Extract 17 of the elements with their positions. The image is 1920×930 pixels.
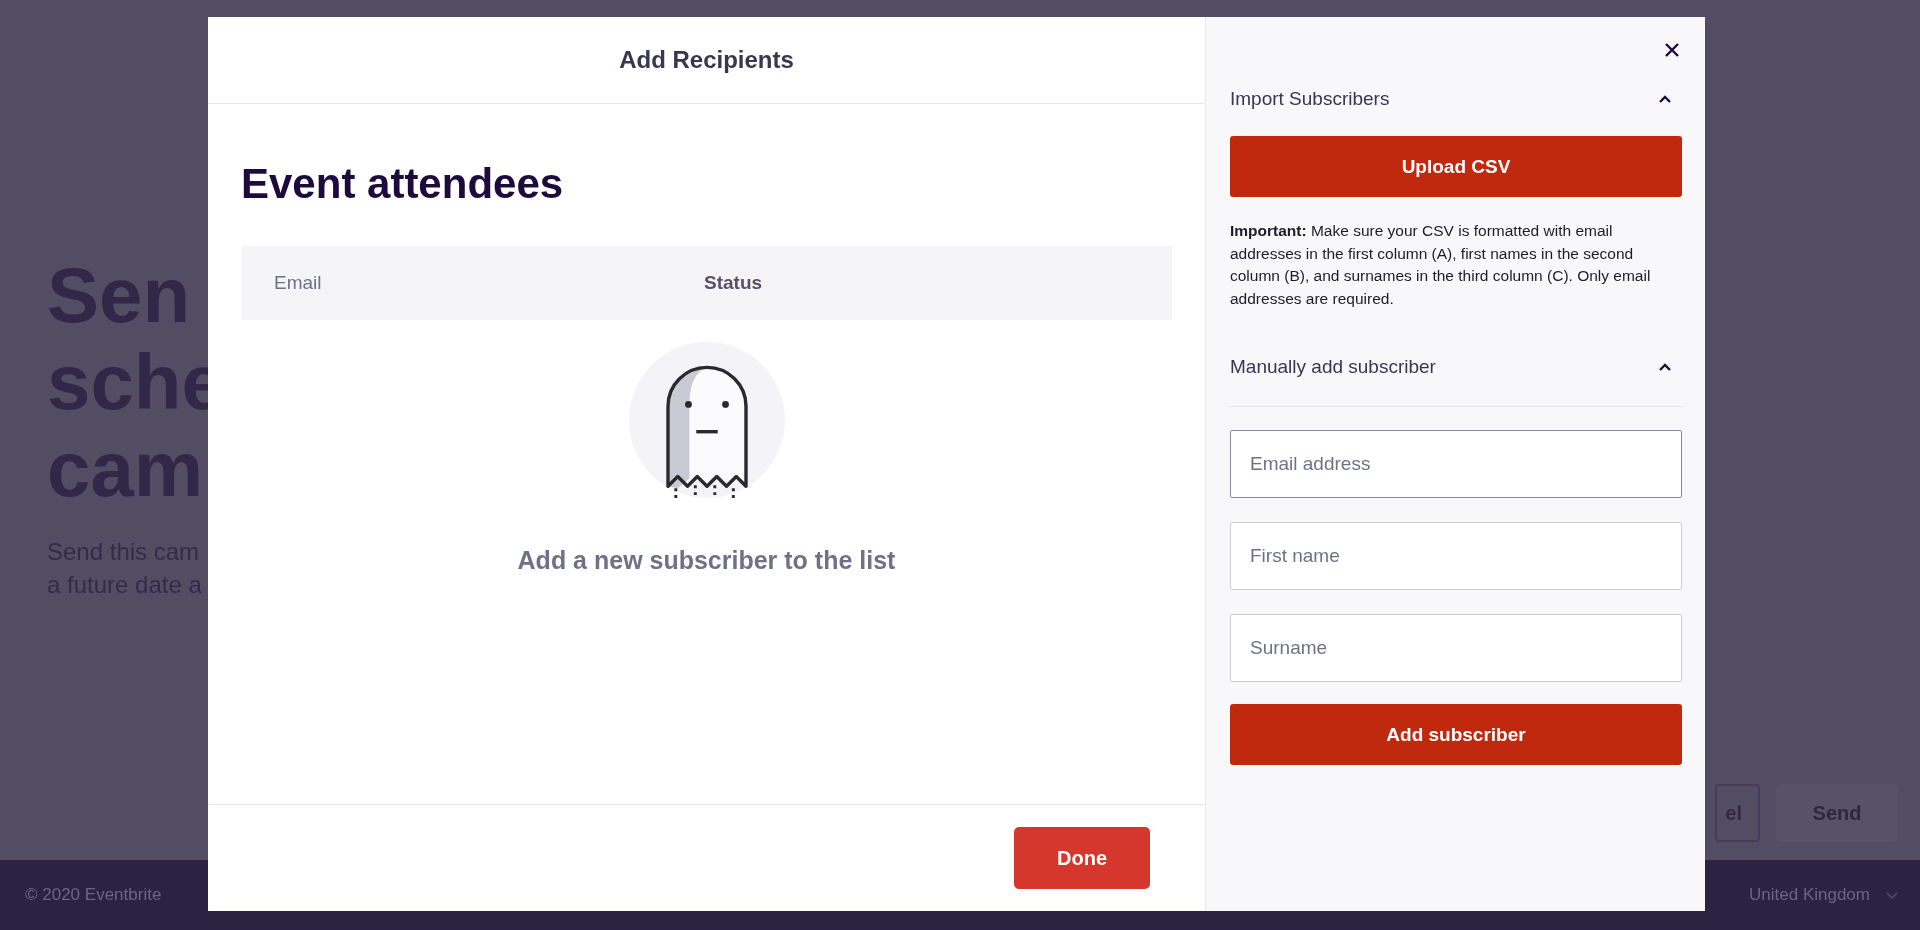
input-field[interactable]: Email address <box>1230 430 1682 498</box>
section-title: Event attendees <box>241 160 565 208</box>
column-header: Status <box>704 272 763 294</box>
dialog-title: Add Recipients <box>619 46 794 74</box>
section-header[interactable]: Import Subscribers <box>1230 83 1682 115</box>
done-button[interactable]: Done <box>1014 827 1150 889</box>
upload-button[interactable]: Upload CSV <box>1230 136 1682 197</box>
add-subscriber-button[interactable]: Add subscriber <box>1230 704 1682 765</box>
copyright-text: © 2020 Eventbrite <box>25 885 162 905</box>
close-icon[interactable] <box>1664 42 1680 58</box>
section-header[interactable]: Manually add subscriber <box>1230 352 1682 407</box>
column-header: Email <box>273 272 323 294</box>
instructions-text: Important: Make sure your CSV is formatted with email addresses in the first column (A), first names in the second column (B), and surnames in the third column (C). Only email addresses are required. <box>1230 221 1652 309</box>
input-field[interactable]: Surname <box>1230 614 1682 682</box>
empty-message: Add a new subscriber to the list <box>517 546 896 575</box>
chevron-down-icon <box>1884 889 1900 901</box>
input-field[interactable]: First name <box>1230 522 1682 590</box>
